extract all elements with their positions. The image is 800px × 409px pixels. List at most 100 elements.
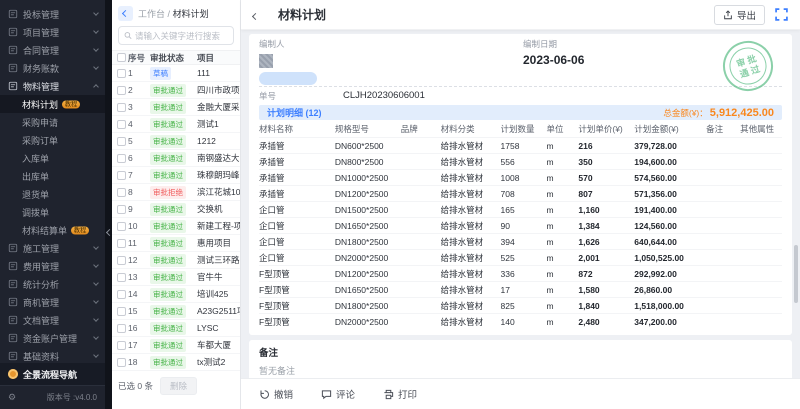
column-header: 其他属性 [740,123,782,135]
sidebar-collapse-strip[interactable] [105,0,112,409]
search-input[interactable] [135,31,228,41]
fullscreen-button[interactable] [775,8,788,21]
undo-button[interactable]: 撤销 [259,387,293,401]
row-checkbox[interactable] [117,239,126,248]
comment-icon [321,389,332,400]
row-checkbox[interactable] [117,188,126,197]
project-name: 滨江花城10 [197,186,240,198]
search-icon [124,31,132,40]
list-item[interactable]: 3审批通过金融大厦采 [112,99,240,116]
chevron-down-icon [93,352,99,358]
print-button[interactable]: 打印 [383,387,417,401]
row-checkbox[interactable] [117,205,126,214]
sidebar-item-bidding[interactable]: 投标管理 [0,5,105,23]
sidebar-item-transfer[interactable]: 调拨单 [0,203,105,221]
settings-gear-icon[interactable]: ⚙ [8,392,16,403]
sidebar-item-finance[interactable]: 财务账款 [0,59,105,77]
sidebar-item-documents[interactable]: 文档管理 [0,311,105,329]
breadcrumb-root[interactable]: 工作台 [138,9,165,19]
sidebar-item-process-navigation[interactable]: 全景流程导航 [0,363,105,385]
row-checkbox[interactable] [117,307,126,316]
sidebar-item-purchase-request[interactable]: 采购申请 [0,113,105,131]
list-item[interactable]: 1草稿111 [112,65,240,82]
sidebar-item-material[interactable]: 物料管理 [0,77,105,95]
sidebar-item-business[interactable]: 商机管理 [0,293,105,311]
table-cell: 1,626 [578,237,634,247]
back-button[interactable] [118,6,133,21]
table-cell: DN1500*2500 [335,205,401,215]
select-all-checkbox[interactable] [117,53,126,62]
sidebar-item-label: 入库单 [22,152,49,165]
list-item[interactable]: 13审批通过官牛牛 [112,269,240,286]
detail-actions: 导出 [714,5,788,25]
sidebar-item-statistics[interactable]: 统计分析 [0,275,105,293]
row-checkbox[interactable] [117,154,126,163]
breadcrumb-current: 材料计划 [173,9,209,19]
list-item[interactable]: 16审批通过LYSC [112,320,240,337]
row-checkbox[interactable] [117,222,126,231]
list-item[interactable]: 2审批通过四川市政项 [112,82,240,99]
detail-back-button[interactable] [253,6,258,24]
sidebar-footer: ⚙ 版本号 :v4.0.0 [0,385,105,409]
status-cell: 审批通过 [150,322,197,335]
sidebar-item-material-plan[interactable]: 材料计划教程 [0,95,105,113]
list-item[interactable]: 6审批通过南钢盛达大 [112,150,240,167]
row-checkbox[interactable] [117,358,126,367]
export-label: 导出 [737,8,756,22]
sidebar-item-material-settlement[interactable]: 材料结算单教程 [0,221,105,239]
export-icon [723,10,733,20]
sidebar-item-project[interactable]: 项目管理 [0,23,105,41]
row-checkbox[interactable] [117,137,126,146]
list-item[interactable]: 8审批拒绝滨江花城10 [112,184,240,201]
scrollbar-thumb[interactable] [794,245,798,303]
row-checkbox[interactable] [117,273,126,282]
row-checkbox-cell [112,103,128,112]
list-item[interactable]: 11审批通过惠用项目 [112,235,240,252]
delete-button[interactable]: 删除 [160,377,197,395]
project-name: A23G2511项 [197,305,240,317]
sidebar-item-purchase-order[interactable]: 采购订单 [0,131,105,149]
sidebar-item-inbound[interactable]: 入库单 [0,149,105,167]
table-cell: m [546,141,578,151]
column-header: 计划金额(¥) [634,123,706,135]
status-cell: 审批通过 [150,254,197,267]
list-item[interactable]: 14审批通过培训425 [112,286,240,303]
table-cell: 194,600.00 [634,157,706,167]
list-item[interactable]: 7审批通过珠穆朗玛峰 [112,167,240,184]
table-cell: DN1200*2500 [335,269,401,279]
row-checkbox[interactable] [117,256,126,265]
list-item[interactable]: 9审批通过交换机 [112,201,240,218]
sidebar-item-contract[interactable]: 合同管理 [0,41,105,59]
list-item[interactable]: 5审批通过1212 [112,133,240,150]
list-item[interactable]: 18审批通过tx测试2 [112,354,240,371]
material-row: 承插管DN1200*2500给排水管材708m807571,356.00 [259,185,782,201]
row-checkbox[interactable] [117,86,126,95]
row-checkbox[interactable] [117,290,126,299]
list-item[interactable]: 4审批通过测试1 [112,116,240,133]
list-item[interactable]: 10审批通过新建工程-项 [112,218,240,235]
list-item[interactable]: 12审批通过测试三环路 [112,252,240,269]
list-item[interactable]: 15审批通过A23G2511项 [112,303,240,320]
sidebar-item-outbound[interactable]: 出库单 [0,167,105,185]
status-badge: 草稿 [150,67,171,80]
row-checkbox[interactable] [117,69,126,78]
chevron-down-icon [93,28,99,34]
sidebar-item-label: 资金账户管理 [23,332,77,345]
sidebar-item-funds[interactable]: 资金账户管理 [0,329,105,347]
sidebar-item-expense[interactable]: 费用管理 [0,257,105,275]
sidebar-item-label: 基础资料 [23,350,59,363]
status-badge: 审批通过 [150,305,186,318]
chevron-up-icon [93,84,99,90]
row-checkbox[interactable] [117,120,126,129]
list-item[interactable]: 17审批通过车都大厦 [112,337,240,354]
row-checkbox[interactable] [117,324,126,333]
sidebar-item-return[interactable]: 退货单 [0,185,105,203]
creator-block: 编制人 [259,38,782,85]
row-checkbox[interactable] [117,103,126,112]
row-checkbox[interactable] [117,341,126,350]
export-button[interactable]: 导出 [714,5,765,25]
row-checkbox[interactable] [117,171,126,180]
sidebar-item-construction[interactable]: 施工管理 [0,239,105,257]
table-cell: 给排水管材 [441,284,501,296]
comment-button[interactable]: 评论 [321,387,355,401]
